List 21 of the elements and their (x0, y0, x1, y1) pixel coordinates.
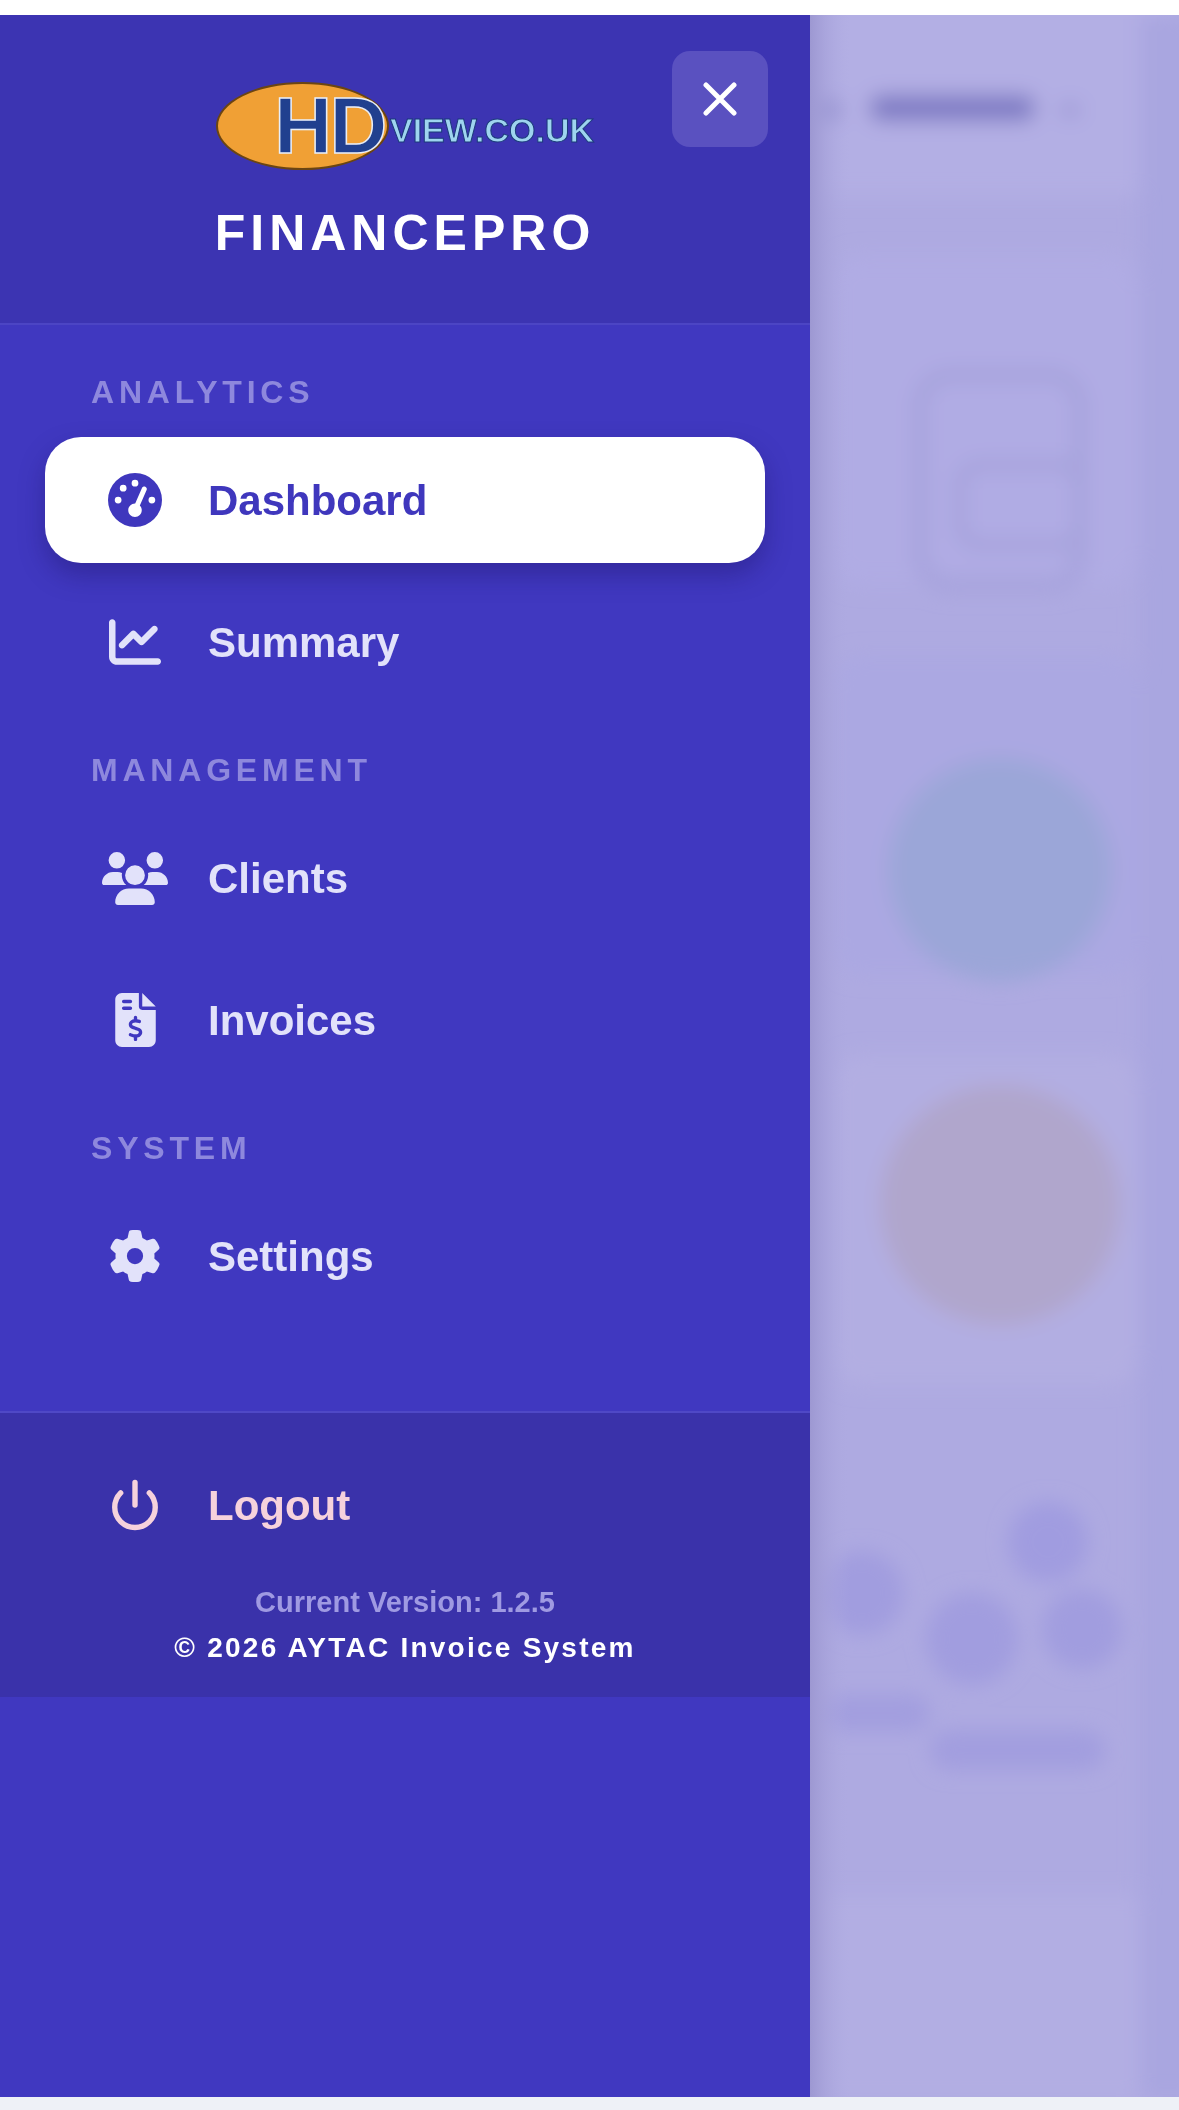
users-icon (102, 851, 168, 905)
settings-icon (109, 1230, 161, 1282)
dollar-document-icon (114, 993, 156, 1047)
nav-item[interactable]: Invoices (45, 957, 765, 1083)
logout-button[interactable]: Logout (45, 1442, 765, 1568)
copyright-text: © 2026 AYTAC Invoice System (174, 1634, 636, 1662)
section-label: SYSTEM (91, 1132, 252, 1164)
section-label: MANAGEMENT (91, 754, 372, 786)
line-chart-icon (109, 616, 161, 668)
logo-mark: HD (216, 82, 389, 170)
close-button[interactable] (672, 51, 768, 147)
nav-item[interactable]: Summary (45, 579, 765, 705)
brand-title: FINANCEPRO (214, 208, 596, 258)
nav-item[interactable]: Dashboard (45, 437, 765, 563)
close-icon (703, 82, 737, 116)
gauge-icon (108, 473, 162, 527)
version-text: Current Version: 1.2.5 (255, 1588, 555, 1617)
nav-item[interactable]: Settings (45, 1193, 765, 1319)
section-label: ANALYTICS (91, 376, 315, 408)
nav-item[interactable]: Clients (45, 815, 765, 941)
logo-text: VIEW.CO.UK (390, 113, 594, 147)
